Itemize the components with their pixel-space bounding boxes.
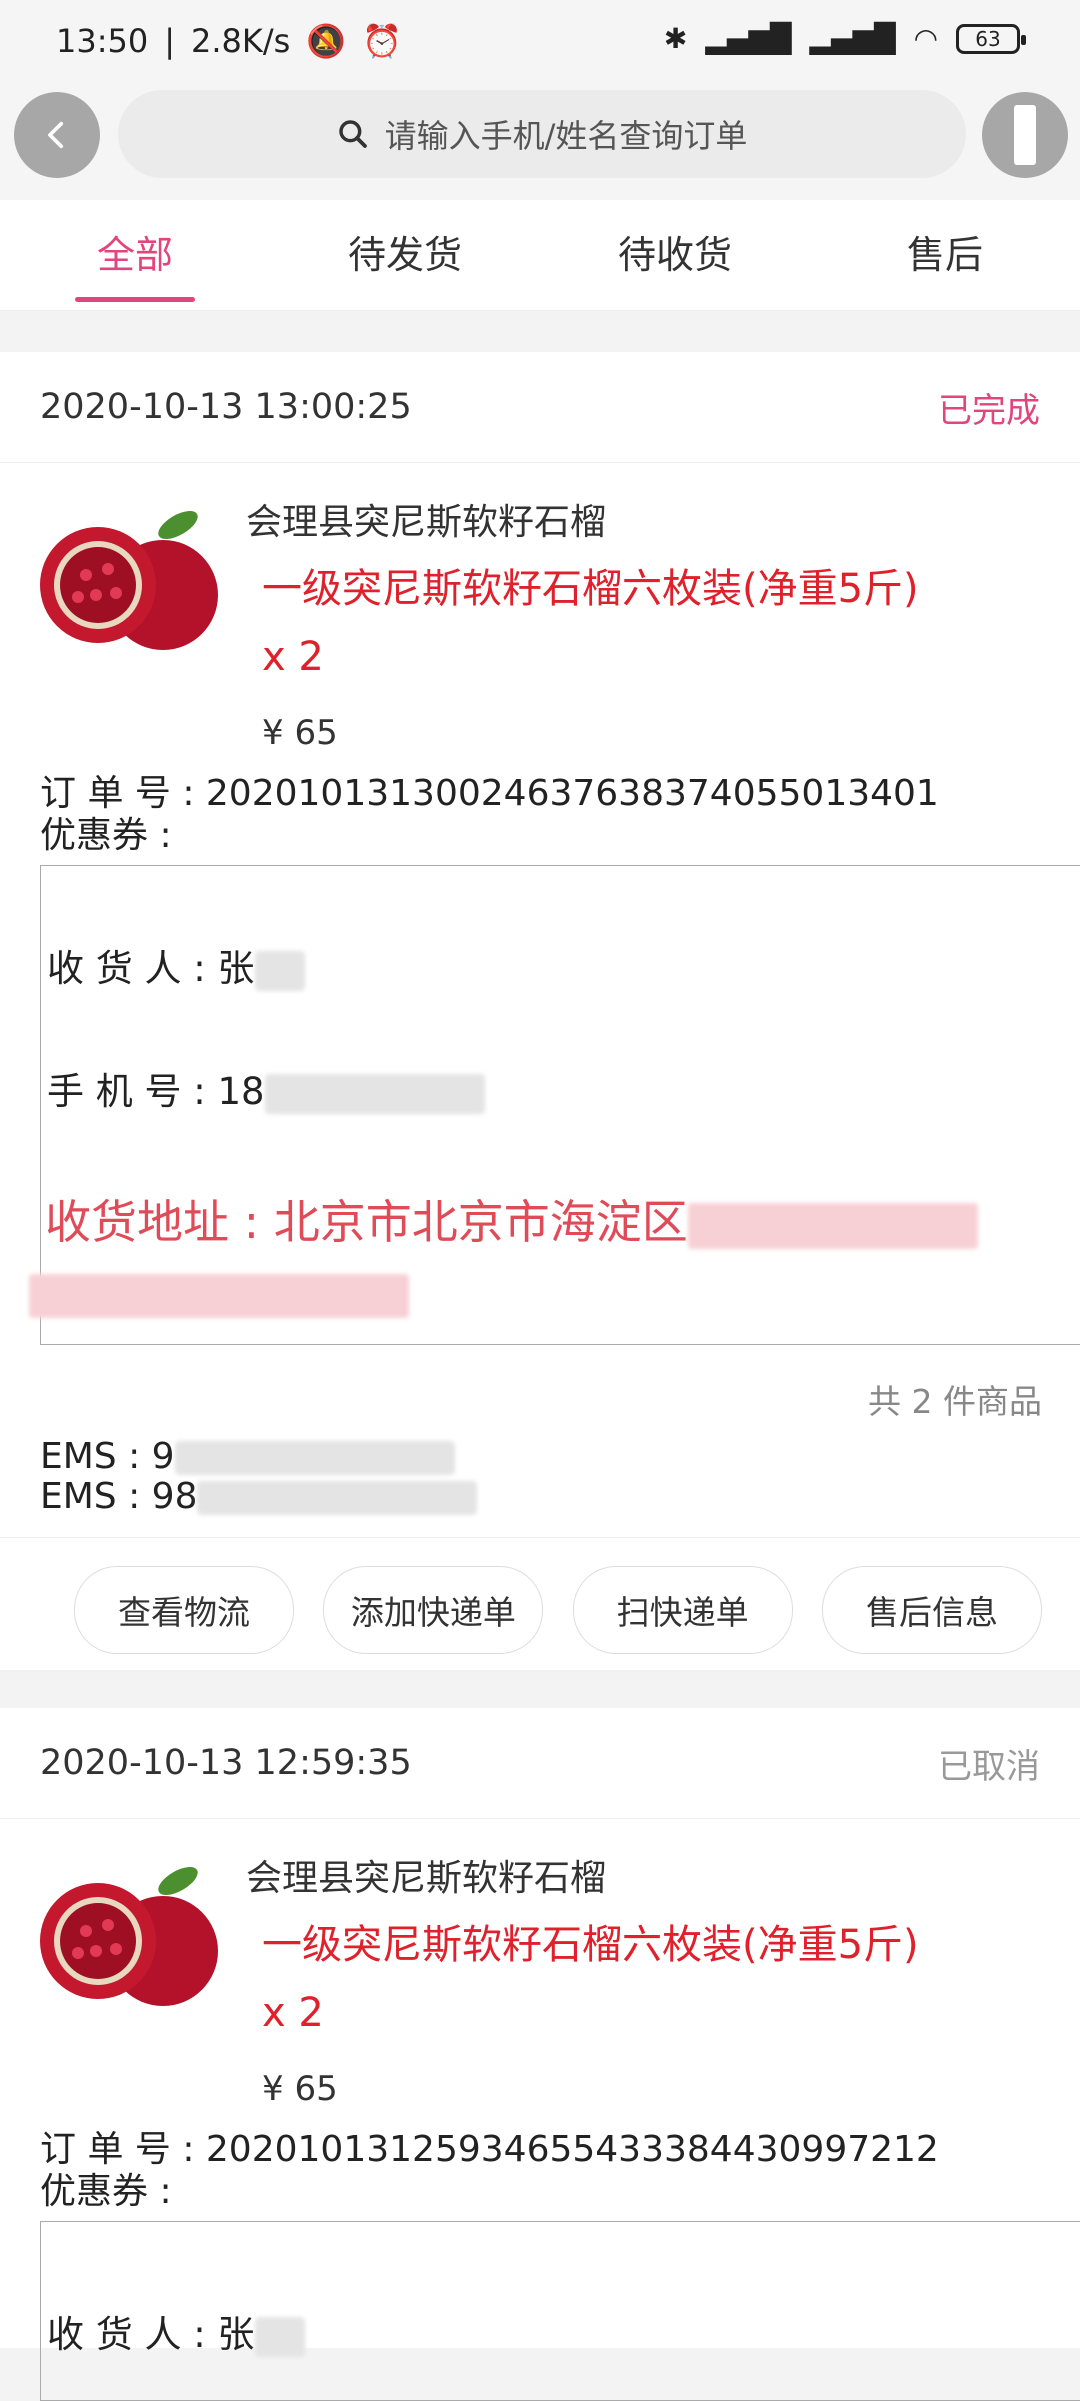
- address: 收货地址 : 北京市北京市海淀区: [45, 1186, 978, 1252]
- redacted-phone: [264, 1073, 485, 1114]
- receiver: 收 货 人 : 张: [47, 938, 305, 992]
- address-box: 收 货 人 : 张 手 机 号 : 18 收货地址 : 北京市北京市海淀区: [29, 865, 1080, 1345]
- coupon-label: 优惠券 :: [40, 815, 172, 856]
- order-status: 已取消: [938, 1746, 1040, 1787]
- spec-text: 一级突尼斯软籽石榴六枚装(净重5斤): [262, 566, 919, 612]
- order-header: 2020-10-13 12:59:35 已取消: [0, 1708, 1080, 1819]
- chevron-left-icon: [48, 121, 64, 149]
- battery-icon: 63: [956, 23, 1026, 54]
- brand-logo-icon: [1014, 105, 1036, 165]
- tab-after-sales[interactable]: 售后: [810, 200, 1080, 310]
- status-bar: 13:50 | 2.8K/s 🔕 ⏰ ✱ ▂▄▆█ ▂▄▆█ ◠ 63: [0, 0, 1080, 90]
- ems-tracking: EMS : 9 EMS : 98: [0, 1423, 1080, 1517]
- quantity: x 2: [262, 634, 324, 680]
- ems-line-1: EMS : 9: [40, 1437, 1040, 1477]
- back-button[interactable]: [14, 92, 100, 178]
- order-meta: 订 单 号 : 20201013130024637638374055013401…: [0, 773, 1080, 857]
- redacted-address: [687, 1202, 978, 1249]
- order-header: 2020-10-13 13:00:25 已完成: [0, 352, 1080, 463]
- order-actions: 查看物流 添加快递单 扫快递单 售后信息: [0, 1537, 1080, 1654]
- clock: 13:50: [56, 22, 149, 60]
- coupon-label: 优惠券 :: [40, 2171, 172, 2212]
- product-name: 会理县突尼斯软籽石榴: [246, 1858, 607, 1899]
- tab-pending-shipment[interactable]: 待发货: [270, 200, 540, 310]
- scan-waybill-button[interactable]: 扫快递单: [572, 1566, 793, 1654]
- product-spec: 一级突尼斯软籽石榴六枚装(净重5斤) x 2: [262, 555, 1042, 691]
- phone: 手 机 号 : 18: [47, 1061, 485, 1115]
- receiver: 收 货 人 : 张: [47, 2304, 305, 2358]
- redacted-name: [254, 950, 305, 991]
- pomegranate-thumbnail: [40, 1867, 218, 2006]
- order-number: 订 单 号 : 20201013125934655433384430997212: [40, 2129, 939, 2170]
- tab-pending-receipt[interactable]: 待收货: [540, 200, 810, 310]
- spec-text: 一级突尼斯软籽石榴六枚装(净重5斤): [262, 1922, 919, 1968]
- view-logistics-button[interactable]: 查看物流: [74, 1566, 294, 1654]
- signal-icon-2: ▂▄▆█: [809, 22, 896, 55]
- product-row[interactable]: 会理县突尼斯软籽石榴 一级突尼斯软籽石榴六枚装(净重5斤) x 2 ¥ 65: [0, 1819, 1080, 2129]
- search-input[interactable]: 请输入手机/姓名查询订单: [118, 90, 966, 178]
- redacted-name: [254, 2316, 305, 2357]
- alarm-icon: ⏰: [362, 22, 403, 60]
- order-card: 2020-10-13 13:00:25 已完成 会理县突尼斯软籽石榴 一级突尼斯…: [0, 352, 1080, 1670]
- bluetooth-icon: ✱: [663, 22, 688, 55]
- signal-icon: ▂▄▆█: [705, 22, 792, 55]
- quantity: x 2: [262, 1990, 324, 2036]
- avatar[interactable]: [982, 92, 1068, 178]
- product-spec: 一级突尼斯软籽石榴六枚装(净重5斤) x 2: [262, 1911, 1042, 2047]
- item-count: 共 2 件商品: [868, 1382, 1042, 1421]
- tab-bar: 全部 待发货 待收货 售后: [0, 200, 1080, 311]
- price: ¥ 65: [262, 2069, 338, 2109]
- order-number: 订 单 号 : 20201013130024637638374055013401: [40, 773, 939, 814]
- product-row[interactable]: 会理县突尼斯软籽石榴 一级突尼斯软籽石榴六枚装(净重5斤) x 2 ¥ 65: [0, 463, 1080, 773]
- search-placeholder: 请输入手机/姓名查询订单: [384, 117, 748, 155]
- price: ¥ 65: [262, 713, 338, 753]
- order-card: 2020-10-13 12:59:35 已取消 会理县突尼斯软籽石榴 一级突尼斯…: [0, 1708, 1080, 2401]
- order-status: 已完成: [938, 390, 1040, 431]
- after-sales-info-button[interactable]: 售后信息: [821, 1566, 1042, 1654]
- pomegranate-thumbnail: [40, 511, 218, 650]
- ems-line-2: EMS : 98: [40, 1477, 1040, 1517]
- search-icon: [338, 120, 367, 148]
- order-date: 2020-10-13 12:59:35: [40, 1743, 412, 1783]
- product-name: 会理县突尼斯软籽石榴: [246, 502, 607, 543]
- network-speed: 2.8K/s: [191, 22, 291, 60]
- add-waybill-button[interactable]: 添加快递单: [323, 1566, 544, 1654]
- wifi-icon: ◠: [913, 22, 938, 55]
- header: 请输入手机/姓名查询订单: [0, 90, 1080, 200]
- order-date: 2020-10-13 13:00:25: [40, 387, 412, 427]
- redacted-address-line2: [29, 1274, 409, 1318]
- address-box: 收 货 人 : 张: [40, 2221, 1080, 2401]
- tab-all[interactable]: 全部: [0, 200, 270, 310]
- mute-icon: 🔕: [306, 22, 347, 60]
- order-meta: 订 单 号 : 20201013125934655433384430997212…: [0, 2129, 1080, 2213]
